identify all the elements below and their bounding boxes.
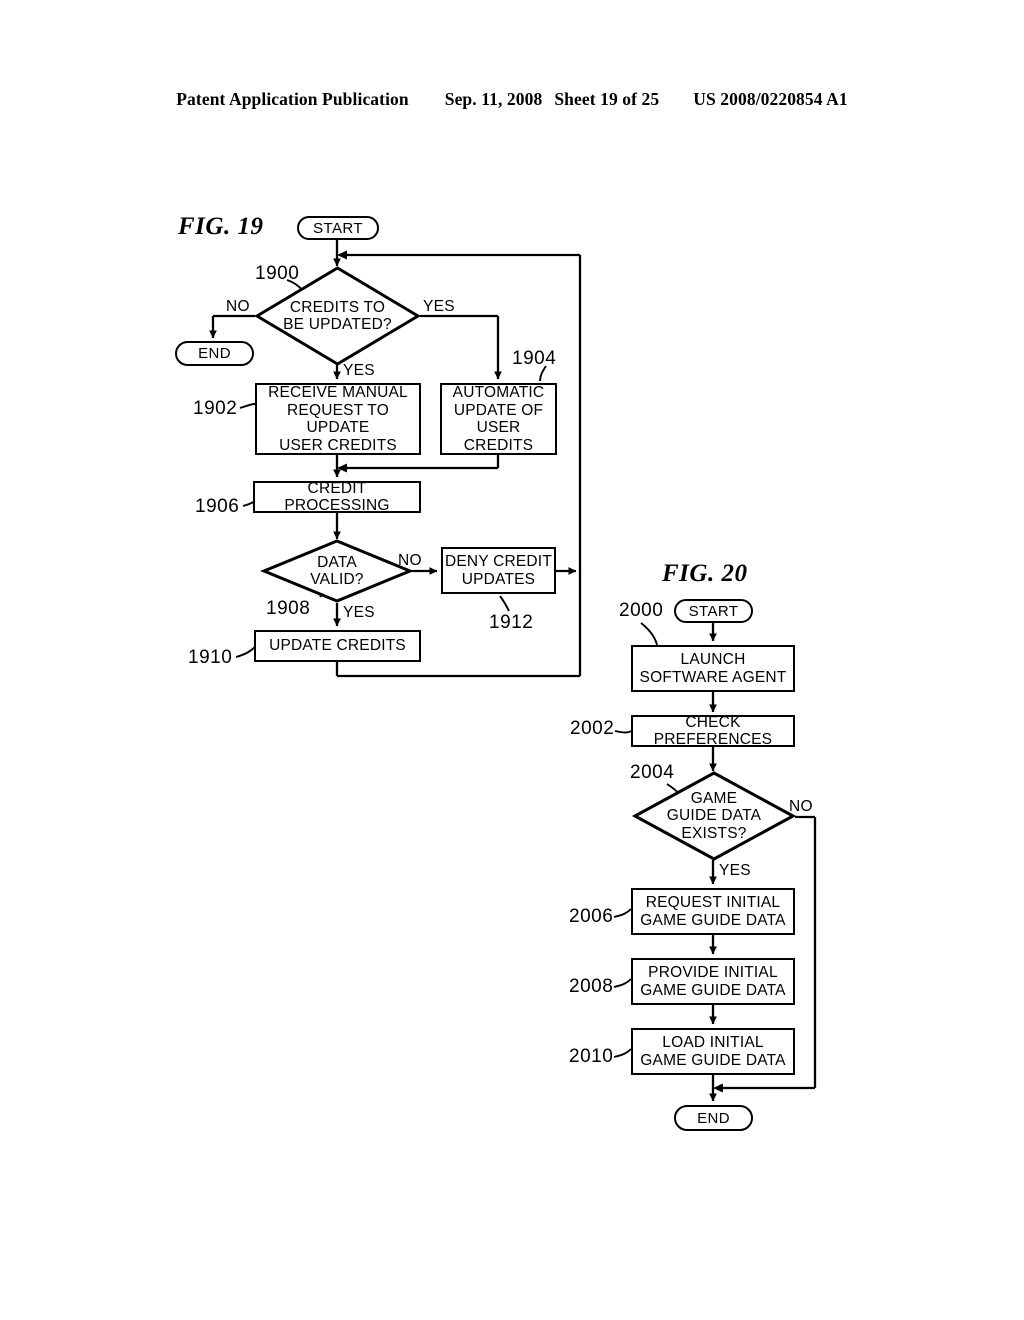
fig20-end-terminator: END xyxy=(674,1105,753,1131)
fig20-decision-2004-line2: GUIDE DATA xyxy=(666,807,762,825)
fig20-decision-2004-line1: GAME xyxy=(690,789,738,807)
fig19-branch-yes-down: YES xyxy=(343,362,375,379)
fig19-decision-1900-line2: BE UPDATED? xyxy=(283,316,392,333)
fig19-branch-no-end: NO xyxy=(226,298,250,315)
fig19-process-1902-text: RECEIVE MANUAL REQUEST TO UPDATE USER CR… xyxy=(257,384,419,454)
fig20-process-2008: PROVIDE INITIAL GAME GUIDE DATA xyxy=(631,958,795,1005)
fig19-process-1902: RECEIVE MANUAL REQUEST TO UPDATE USER CR… xyxy=(255,383,421,455)
fig20-branch-exists-no: NO xyxy=(789,798,813,815)
fig20-process-2006: REQUEST INITIAL GAME GUIDE DATA xyxy=(631,888,795,935)
fig20-decision-2004: GAME GUIDE DATA EXISTS? xyxy=(631,771,797,861)
fig20-process-2006-line2: GAME GUIDE DATA xyxy=(640,911,786,929)
fig20-process-2000-line2: SOFTWARE AGENT xyxy=(639,668,787,686)
fig20-process-2000-text: LAUNCH SOFTWARE AGENT xyxy=(640,651,787,686)
fig19-process-1912-line2: UPDATES xyxy=(461,570,536,588)
fig20-process-2008-line2: GAME GUIDE DATA xyxy=(640,981,786,999)
fig19-process-1904-line1: AUTOMATIC xyxy=(452,384,545,401)
fig20-ref-2004: 2004 xyxy=(630,762,675,783)
fig19-decision-1900-line1: CREDITS TO xyxy=(289,298,386,316)
fig19-branch-yes-right: YES xyxy=(423,298,455,315)
fig20-decision-2004-text: GAME GUIDE DATA EXISTS? xyxy=(667,790,761,843)
fig20-branch-exists-yes: YES xyxy=(719,862,751,879)
fig19-process-1912: DENY CREDIT UPDATES xyxy=(441,547,556,594)
fig20-end-label: END xyxy=(697,1109,730,1127)
fig20-start-label: START xyxy=(688,602,739,620)
fig20-process-2008-text: PROVIDE INITIAL GAME GUIDE DATA xyxy=(640,964,785,999)
fig20-process-2010-line2: GAME GUIDE DATA xyxy=(640,1051,786,1069)
fig19-process-1912-text: DENY CREDIT UPDATES xyxy=(445,553,552,588)
fig19-process-1904-line2: UPDATE OF xyxy=(453,401,544,419)
fig19-decision-1908-line2: VALID? xyxy=(310,571,364,588)
flowchart-connectors xyxy=(209,239,817,1102)
fig20-process-2006-line1: REQUEST INITIAL xyxy=(645,894,781,911)
fig19-process-1904-text: AUTOMATIC UPDATE OF USER CREDITS xyxy=(442,384,555,454)
fig19-process-1902-line3: USER CREDITS xyxy=(279,436,397,454)
fig20-process-2002-label: CHECK PREFERENCES xyxy=(653,713,773,749)
fig19-branch-valid-no: NO xyxy=(398,552,422,569)
fig19-ref-1900: 1900 xyxy=(255,263,300,284)
fig19-ref-1902: 1902 xyxy=(193,398,238,419)
fig20-process-2010-text: LOAD INITIAL GAME GUIDE DATA xyxy=(640,1034,785,1069)
fig19-process-1910-label: UPDATE CREDITS xyxy=(269,637,406,655)
fig19-decision-1908-line1: DATA xyxy=(317,553,357,571)
fig19-decision-1908-text: DATA VALID? xyxy=(310,554,363,589)
fig19-process-1912-line1: DENY CREDIT xyxy=(445,553,552,570)
fig19-process-1904-line3: USER CREDITS xyxy=(463,419,534,454)
fig19-decision-1900-text: CREDITS TO BE UPDATED? xyxy=(283,299,392,334)
fig19-process-1902-line1: RECEIVE MANUAL xyxy=(268,384,408,401)
fig19-branch-valid-yes: YES xyxy=(343,604,375,621)
fig19-start-terminator: START xyxy=(297,216,379,240)
fig19-start-label: START xyxy=(313,219,363,237)
fig19-process-1906: CREDIT PROCESSING xyxy=(253,479,421,515)
fig20-ref-2010: 2010 xyxy=(569,1046,614,1067)
fig20-ref-2000: 2000 xyxy=(619,600,664,621)
fig20-process-2000: LAUNCH SOFTWARE AGENT xyxy=(631,645,795,692)
fig20-process-2000-line1: LAUNCH xyxy=(680,651,746,668)
fig19-end-label: END xyxy=(198,345,231,362)
fig19-ref-1908: 1908 xyxy=(266,598,311,619)
fig20-decision-2004-line3: EXISTS? xyxy=(681,824,747,842)
fig20-ref-2008: 2008 xyxy=(569,976,614,997)
fig19-process-1904: AUTOMATIC UPDATE OF USER CREDITS xyxy=(440,383,557,455)
fig20-process-2010-line1: LOAD INITIAL xyxy=(662,1034,764,1051)
fig19-end-terminator: END xyxy=(175,341,254,366)
fig19-ref-1906: 1906 xyxy=(195,496,240,517)
fig19-ref-1912: 1912 xyxy=(489,612,534,633)
fig20-process-2006-text: REQUEST INITIAL GAME GUIDE DATA xyxy=(640,894,785,929)
fig19-ref-1910: 1910 xyxy=(188,647,233,668)
fig19-decision-1908: DATA VALID? xyxy=(260,539,414,603)
figure-label-20: FIG. 20 xyxy=(662,560,748,587)
fig20-process-2008-line1: PROVIDE INITIAL xyxy=(648,964,778,981)
fig20-ref-2006: 2006 xyxy=(569,906,614,927)
fig20-start-terminator: START xyxy=(674,599,753,623)
figure-label-19: FIG. 19 xyxy=(178,213,264,240)
fig20-ref-2002: 2002 xyxy=(570,718,615,739)
fig19-process-1910: UPDATE CREDITS xyxy=(254,630,421,662)
fig20-process-2002: CHECK PREFERENCES xyxy=(631,713,795,749)
fig20-process-2010: LOAD INITIAL GAME GUIDE DATA xyxy=(631,1028,795,1075)
fig19-ref-1904: 1904 xyxy=(512,348,557,369)
patent-drawing-sheet: Patent Application Publication Sep. 11, … xyxy=(0,0,1024,1320)
fig19-process-1906-label: CREDIT PROCESSING xyxy=(284,479,390,515)
fig19-process-1902-line2: REQUEST TO UPDATE xyxy=(287,401,389,437)
